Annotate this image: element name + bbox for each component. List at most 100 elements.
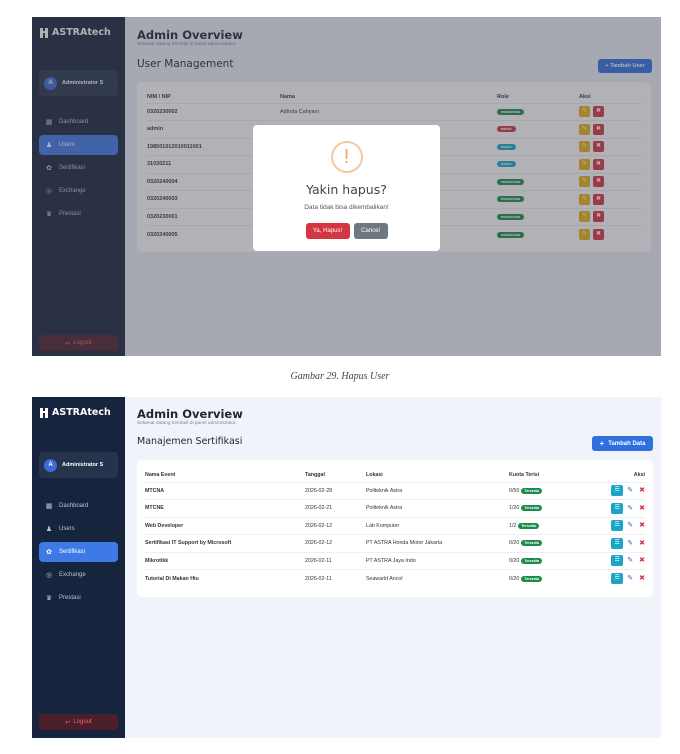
profile-name: Administrator S bbox=[62, 462, 104, 468]
plus-icon: + bbox=[599, 439, 605, 448]
logout-label: Logout bbox=[73, 719, 92, 725]
avatar: A bbox=[44, 458, 57, 472]
cell-actions: ☰ ✎ ✖ bbox=[606, 535, 645, 553]
participants-icon[interactable]: ☰ bbox=[611, 502, 624, 514]
quota-value: 0/20 bbox=[509, 540, 520, 547]
cell-date: 2026-02-28 bbox=[305, 487, 333, 494]
add-data-label: Tambah Data bbox=[608, 440, 646, 447]
table-row: MTCNA 2026-02-28 Politeknik Astra 0/50 Terse… bbox=[145, 482, 645, 500]
col-header: Aksi bbox=[633, 471, 645, 478]
brand: ASTRAtech bbox=[32, 397, 125, 418]
cell-quota: 0/20 Tersedia bbox=[509, 552, 606, 570]
logout-button[interactable]: ↩ Logout bbox=[39, 714, 118, 730]
sidebar-item-dashboard[interactable]: ▦ Dashboard bbox=[39, 496, 118, 516]
grid-icon: ▦ bbox=[45, 502, 53, 510]
cell-event-name: Mikrotikk bbox=[145, 557, 169, 564]
participants-icon[interactable]: ☰ bbox=[611, 573, 624, 584]
document-page: ASTRAtech A Administrator S ▦ Dashboard … bbox=[0, 0, 680, 754]
sidebar: ASTRAtech A Administrator S ▦ Dashboard … bbox=[32, 397, 125, 738]
page-title: Admin Overview bbox=[137, 407, 243, 421]
dialog-message: Data tidak bisa dikembalikan! bbox=[304, 204, 389, 211]
cell-event-name: Sertifikasi IT Support by Microsoft bbox=[145, 540, 232, 547]
trash-icon[interactable]: ✖ bbox=[639, 505, 645, 512]
cell-quota: 0/20 Tersedia bbox=[509, 535, 606, 553]
col-header: Nama Event bbox=[145, 471, 176, 478]
cancel-button[interactable]: Cancel bbox=[353, 223, 388, 239]
cell-date: 2026-02-12 bbox=[305, 540, 333, 547]
cell-event-name: Tutorial Di Makan Hiu bbox=[145, 575, 199, 582]
cell-location: Politeknik Astra bbox=[366, 487, 403, 494]
trash-icon[interactable]: ✖ bbox=[639, 557, 645, 564]
quota-value: 1/20 bbox=[509, 505, 520, 512]
edit-icon[interactable]: ✎ bbox=[627, 540, 633, 547]
quota-value: 1/2 bbox=[509, 522, 517, 529]
dialog-title: Yakin hapus? bbox=[306, 182, 387, 197]
trophy-icon: ♛ bbox=[45, 594, 53, 602]
cell-quota: 1/2 Tersedia bbox=[509, 517, 606, 535]
status-badge: Tersedia bbox=[521, 505, 542, 512]
participants-icon[interactable]: ☰ bbox=[611, 485, 624, 497]
status-badge: Tersedia bbox=[521, 487, 542, 494]
cell-quota: 0/20 Tersedia bbox=[509, 570, 606, 588]
trash-icon[interactable]: ✖ bbox=[639, 540, 645, 547]
edit-icon[interactable]: ✎ bbox=[627, 522, 633, 529]
building-icon bbox=[40, 407, 48, 418]
sidebar-item-label: Users bbox=[59, 526, 75, 532]
figure-caption: Gambar 29. Hapus User bbox=[290, 371, 390, 382]
cell-actions: ☰ ✎ ✖ bbox=[606, 517, 645, 535]
table-row: Web Developer 2026-02-12 Lab Komputer 1/2 Te… bbox=[145, 517, 645, 535]
main-content: Admin Overview Selamat datang kembali di… bbox=[125, 397, 661, 738]
trash-icon[interactable]: ✖ bbox=[639, 575, 645, 582]
edit-icon[interactable]: ✎ bbox=[627, 505, 633, 512]
sidebar-item-exchange[interactable]: ◎ Exchange bbox=[39, 565, 118, 585]
cell-date: 2026-02-11 bbox=[305, 557, 332, 564]
edit-icon[interactable]: ✎ bbox=[627, 575, 633, 582]
users-icon: ♟ bbox=[45, 525, 53, 533]
globe-icon: ◎ bbox=[45, 571, 53, 579]
sidebar-item-prestasi[interactable]: ♛ Prestasi bbox=[39, 588, 118, 608]
quota-value: 0/50 bbox=[509, 487, 520, 494]
participants-icon[interactable]: ☰ bbox=[611, 555, 624, 567]
col-header: Kuota Terisi bbox=[509, 471, 540, 478]
cell-event-name: Web Developer bbox=[145, 522, 184, 529]
table-row: Mikrotikk 2026-02-11 PT ASTRA Jaya Indo 0/2… bbox=[145, 552, 645, 570]
cell-date: 2026-02-12 bbox=[305, 522, 333, 529]
cell-actions: ☰ ✎ ✖ bbox=[606, 482, 645, 500]
edit-icon[interactable]: ✎ bbox=[627, 557, 633, 564]
edit-icon[interactable]: ✎ bbox=[627, 487, 633, 494]
cell-location: Politeknik Astra bbox=[366, 505, 403, 512]
trash-icon[interactable]: ✖ bbox=[639, 487, 645, 494]
status-badge: Tersedia bbox=[518, 522, 539, 529]
confirm-delete-dialog: ! Yakin hapus? Data tidak bisa dikembali… bbox=[253, 125, 440, 251]
cell-location: PT ASTRA Honda Motor Jakarta bbox=[366, 540, 443, 547]
cell-location: Lab Komputer bbox=[366, 522, 400, 529]
certification-table-body: MTCNA 2026-02-28 Politeknik Astra 0/50 Terse… bbox=[145, 482, 645, 587]
certification-table-card: Nama Event Tanggal Lokasi Kuota Terisi A… bbox=[137, 460, 653, 597]
section-title: Manajemen Sertifikasi bbox=[137, 436, 243, 447]
participants-icon[interactable]: ☰ bbox=[611, 537, 624, 549]
table-header-row: Nama Event Tanggal Lokasi Kuota Terisi A… bbox=[145, 468, 645, 482]
participants-icon[interactable]: ☰ bbox=[611, 520, 624, 532]
table-row: Tutorial Di Makan Hiu 2026-02-11 Seawarld … bbox=[145, 569, 645, 588]
profile-card[interactable]: A Administrator S bbox=[39, 452, 118, 478]
cell-event-name: MTCNE bbox=[145, 505, 164, 512]
sidebar-item-sertifikasi[interactable]: ✿ Sertifikasi bbox=[39, 542, 118, 562]
confirm-delete-button[interactable]: Ya, Hapus! bbox=[305, 223, 350, 239]
table-row: MTCNE 2026-02-21 Politeknik Astra 1/20 Terse… bbox=[145, 499, 645, 518]
col-header: Lokasi bbox=[366, 471, 383, 478]
cell-actions: ☰ ✎ ✖ bbox=[606, 552, 645, 570]
cell-quota: 1/20 Tersedia bbox=[509, 500, 606, 518]
sidebar-menu: ▦ Dashboard ♟ Users ✿ Sertifikasi ◎ Exch… bbox=[39, 496, 118, 608]
sidebar-item-label: Prestasi bbox=[59, 595, 81, 601]
trash-icon[interactable]: ✖ bbox=[639, 522, 645, 529]
sidebar-item-users[interactable]: ♟ Users bbox=[39, 519, 118, 539]
add-data-button[interactable]: + Tambah Data bbox=[592, 436, 653, 451]
cell-date: 2026-02-11 bbox=[305, 575, 332, 582]
quota-value: 0/20 bbox=[509, 557, 520, 564]
sidebar-item-label: Sertifikasi bbox=[59, 549, 86, 555]
logout-icon: ↩ bbox=[65, 719, 71, 726]
dialog-actions: Ya, Hapus! Cancel bbox=[253, 223, 440, 239]
cell-event-name: MTCNA bbox=[145, 487, 165, 494]
cell-actions: ☰ ✎ ✖ bbox=[606, 570, 645, 588]
sidebar-item-label: Dashboard bbox=[59, 503, 89, 509]
